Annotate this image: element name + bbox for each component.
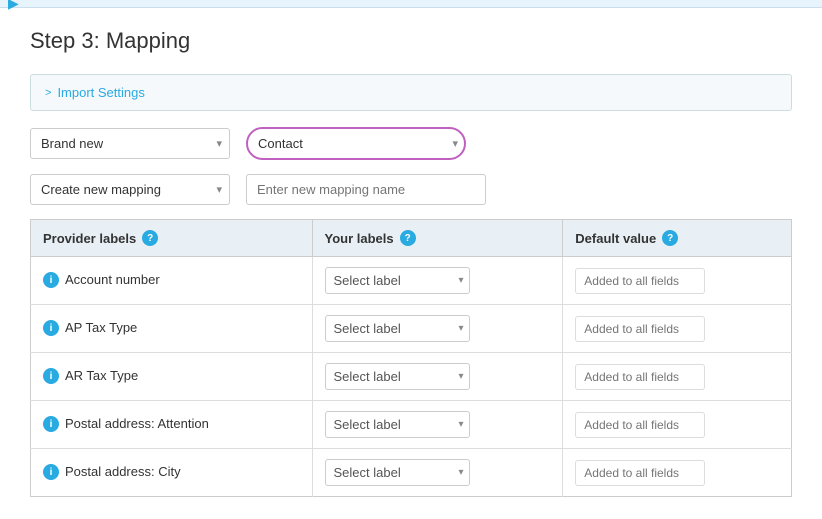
table-body: i Account number Select label ▾ i AP Tax… bbox=[31, 257, 792, 497]
th-provider-labels: Provider labels ? bbox=[31, 220, 313, 257]
th-default-value: Default value ? bbox=[563, 220, 792, 257]
label-select-wrapper: Select label ▾ bbox=[325, 315, 470, 342]
provider-label-cell: i Postal address: Attention bbox=[31, 401, 313, 449]
provider-labels-help-icon[interactable]: ? bbox=[142, 230, 158, 246]
contact-select-wrapper: Contact ▾ bbox=[246, 127, 466, 160]
default-value-cell bbox=[563, 353, 792, 401]
create-mapping-select[interactable]: Create new mapping bbox=[30, 174, 230, 205]
provider-label-cell: i AP Tax Type bbox=[31, 305, 313, 353]
top-bar-arrow-icon: ▶ bbox=[8, 0, 19, 12]
label-select-wrapper: Select label ▾ bbox=[325, 459, 470, 486]
mapping-name-input[interactable] bbox=[246, 174, 486, 205]
default-value-cell bbox=[563, 449, 792, 497]
row-info-icon[interactable]: i bbox=[43, 416, 59, 432]
label-select-wrapper: Select label ▾ bbox=[325, 411, 470, 438]
th-default-value-text: Default value bbox=[575, 231, 656, 246]
row-info-icon[interactable]: i bbox=[43, 368, 59, 384]
top-bar: ▶ bbox=[0, 0, 822, 8]
table-row: i Postal address: Attention Select label… bbox=[31, 401, 792, 449]
th-your-labels-text: Your labels bbox=[325, 231, 394, 246]
table-header-row: Provider labels ? Your labels ? Default … bbox=[31, 220, 792, 257]
import-settings-label: Import Settings bbox=[57, 85, 144, 100]
row-info-icon[interactable]: i bbox=[43, 272, 59, 288]
label-select-wrapper: Select label ▾ bbox=[325, 363, 470, 390]
your-label-cell: Select label ▾ bbox=[312, 449, 563, 497]
provider-label-text: Account number bbox=[65, 272, 160, 289]
label-select-wrapper: Select label ▾ bbox=[325, 267, 470, 294]
contact-select[interactable]: Contact bbox=[246, 127, 466, 160]
controls-row-2: Create new mapping ▾ bbox=[30, 174, 792, 205]
default-value-help-icon[interactable]: ? bbox=[662, 230, 678, 246]
label-select[interactable]: Select label bbox=[325, 459, 470, 486]
brand-new-select[interactable]: Brand new bbox=[30, 128, 230, 159]
provider-label-cell: i AR Tax Type bbox=[31, 353, 313, 401]
default-value-input[interactable] bbox=[575, 412, 705, 438]
provider-label-text: Postal address: Attention bbox=[65, 416, 209, 433]
page-title: Step 3: Mapping bbox=[30, 28, 792, 54]
default-value-cell bbox=[563, 401, 792, 449]
row-info-icon[interactable]: i bbox=[43, 464, 59, 480]
import-settings-section: > Import Settings bbox=[30, 74, 792, 111]
th-provider-labels-text: Provider labels bbox=[43, 231, 136, 246]
provider-label-cell: i Account number bbox=[31, 257, 313, 305]
provider-label-text: AR Tax Type bbox=[65, 368, 138, 385]
your-label-cell: Select label ▾ bbox=[312, 305, 563, 353]
table-row: i AR Tax Type Select label ▾ bbox=[31, 353, 792, 401]
default-value-input[interactable] bbox=[575, 460, 705, 486]
your-label-cell: Select label ▾ bbox=[312, 257, 563, 305]
provider-label-text: AP Tax Type bbox=[65, 320, 137, 337]
provider-label-cell: i Postal address: City bbox=[31, 449, 313, 497]
your-labels-help-icon[interactable]: ? bbox=[400, 230, 416, 246]
label-select[interactable]: Select label bbox=[325, 267, 470, 294]
label-select[interactable]: Select label bbox=[325, 315, 470, 342]
import-settings-header[interactable]: > Import Settings bbox=[31, 75, 791, 110]
provider-label-text: Postal address: City bbox=[65, 464, 181, 481]
brand-new-select-wrapper: Brand new ▾ bbox=[30, 128, 230, 159]
table-row: i Postal address: City Select label ▾ bbox=[31, 449, 792, 497]
table-row: i AP Tax Type Select label ▾ bbox=[31, 305, 792, 353]
create-mapping-select-wrapper: Create new mapping ▾ bbox=[30, 174, 230, 205]
row-info-icon[interactable]: i bbox=[43, 320, 59, 336]
mapping-table: Provider labels ? Your labels ? Default … bbox=[30, 219, 792, 497]
label-select[interactable]: Select label bbox=[325, 363, 470, 390]
default-value-input[interactable] bbox=[575, 364, 705, 390]
th-your-labels: Your labels ? bbox=[312, 220, 563, 257]
default-value-input[interactable] bbox=[575, 268, 705, 294]
default-value-input[interactable] bbox=[575, 316, 705, 342]
your-label-cell: Select label ▾ bbox=[312, 401, 563, 449]
label-select[interactable]: Select label bbox=[325, 411, 470, 438]
default-value-cell bbox=[563, 257, 792, 305]
page-container: Step 3: Mapping > Import Settings Brand … bbox=[0, 8, 822, 517]
chevron-icon: > bbox=[45, 87, 51, 99]
default-value-cell bbox=[563, 305, 792, 353]
your-label-cell: Select label ▾ bbox=[312, 353, 563, 401]
controls-row-1: Brand new ▾ Contact ▾ bbox=[30, 127, 792, 160]
table-row: i Account number Select label ▾ bbox=[31, 257, 792, 305]
